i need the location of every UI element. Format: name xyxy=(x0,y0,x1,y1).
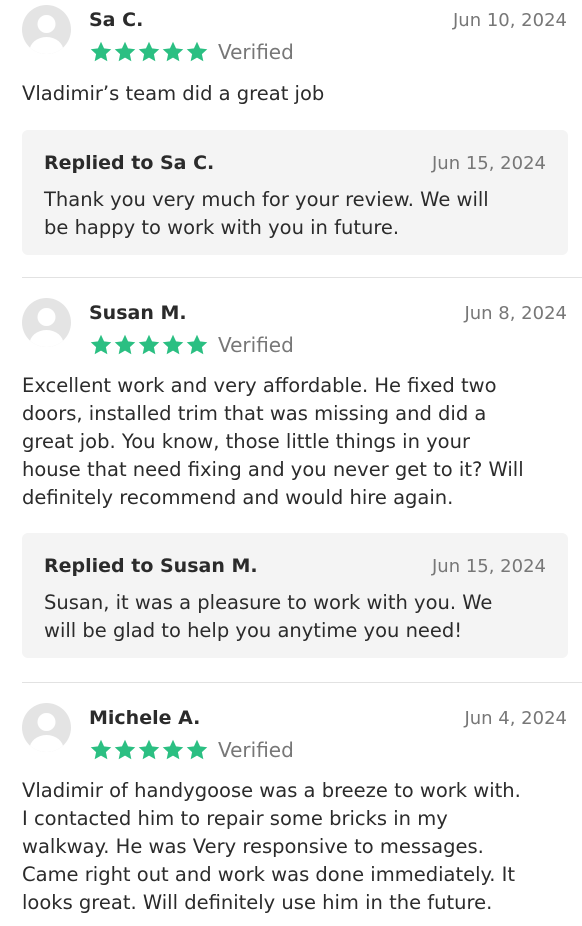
review-author: Susan M. xyxy=(89,302,187,324)
review-author: Michele A. xyxy=(89,707,201,729)
star-icon xyxy=(138,41,160,62)
verified-label: Verified xyxy=(218,333,294,357)
star-icon xyxy=(114,41,136,62)
star-icon xyxy=(186,739,208,760)
review-date: Jun 4, 2024 xyxy=(464,708,567,729)
avatar xyxy=(22,298,71,347)
star-icon xyxy=(138,739,160,760)
star-icon xyxy=(186,334,208,355)
verified-label: Verified xyxy=(218,40,294,64)
star-rating xyxy=(89,333,209,357)
reply-title: Replied to Susan M. xyxy=(44,555,258,577)
star-icon xyxy=(90,334,112,355)
review-text: Vladimir’s team did a great job xyxy=(22,82,325,105)
rating-row: Verified xyxy=(89,38,294,66)
reply-date: Jun 15, 2024 xyxy=(431,556,546,577)
star-icon xyxy=(114,334,136,355)
review-text: Excellent work and very affordable. He f… xyxy=(22,374,524,509)
star-rating xyxy=(89,738,209,762)
user-avatar-icon xyxy=(29,713,64,752)
star-icon xyxy=(138,334,160,355)
verified-label: Verified xyxy=(218,738,294,762)
divider xyxy=(22,682,582,683)
user-avatar-icon xyxy=(29,308,64,347)
user-avatar-icon xyxy=(29,15,64,54)
star-icon xyxy=(162,334,184,355)
star-icon xyxy=(90,41,112,62)
review-author: Sa C. xyxy=(89,9,144,31)
star-icon xyxy=(186,41,208,62)
star-icon xyxy=(90,739,112,760)
avatar xyxy=(22,703,71,752)
reply-title: Replied to Sa C. xyxy=(44,152,215,174)
owner-reply: Replied to Susan M. Jun 15, 2024 Susan, … xyxy=(22,533,568,658)
reply-text: Thank you very much for your review. We … xyxy=(44,188,489,239)
star-rating xyxy=(89,40,209,64)
rating-row: Verified xyxy=(89,331,294,359)
reply-text: Susan, it was a pleasure to work with yo… xyxy=(44,591,493,642)
avatar xyxy=(22,5,71,54)
review-date: Jun 8, 2024 xyxy=(464,303,567,324)
review-date: Jun 10, 2024 xyxy=(452,10,567,31)
rating-row: Verified xyxy=(89,736,294,764)
star-icon xyxy=(114,739,136,760)
review-text: Vladimir of handygoose was a breeze to w… xyxy=(22,779,521,914)
star-icon xyxy=(162,739,184,760)
owner-reply: Replied to Sa C. Jun 15, 2024 Thank you … xyxy=(22,130,568,255)
star-icon xyxy=(162,41,184,62)
reply-date: Jun 15, 2024 xyxy=(431,153,546,174)
divider xyxy=(22,277,582,278)
